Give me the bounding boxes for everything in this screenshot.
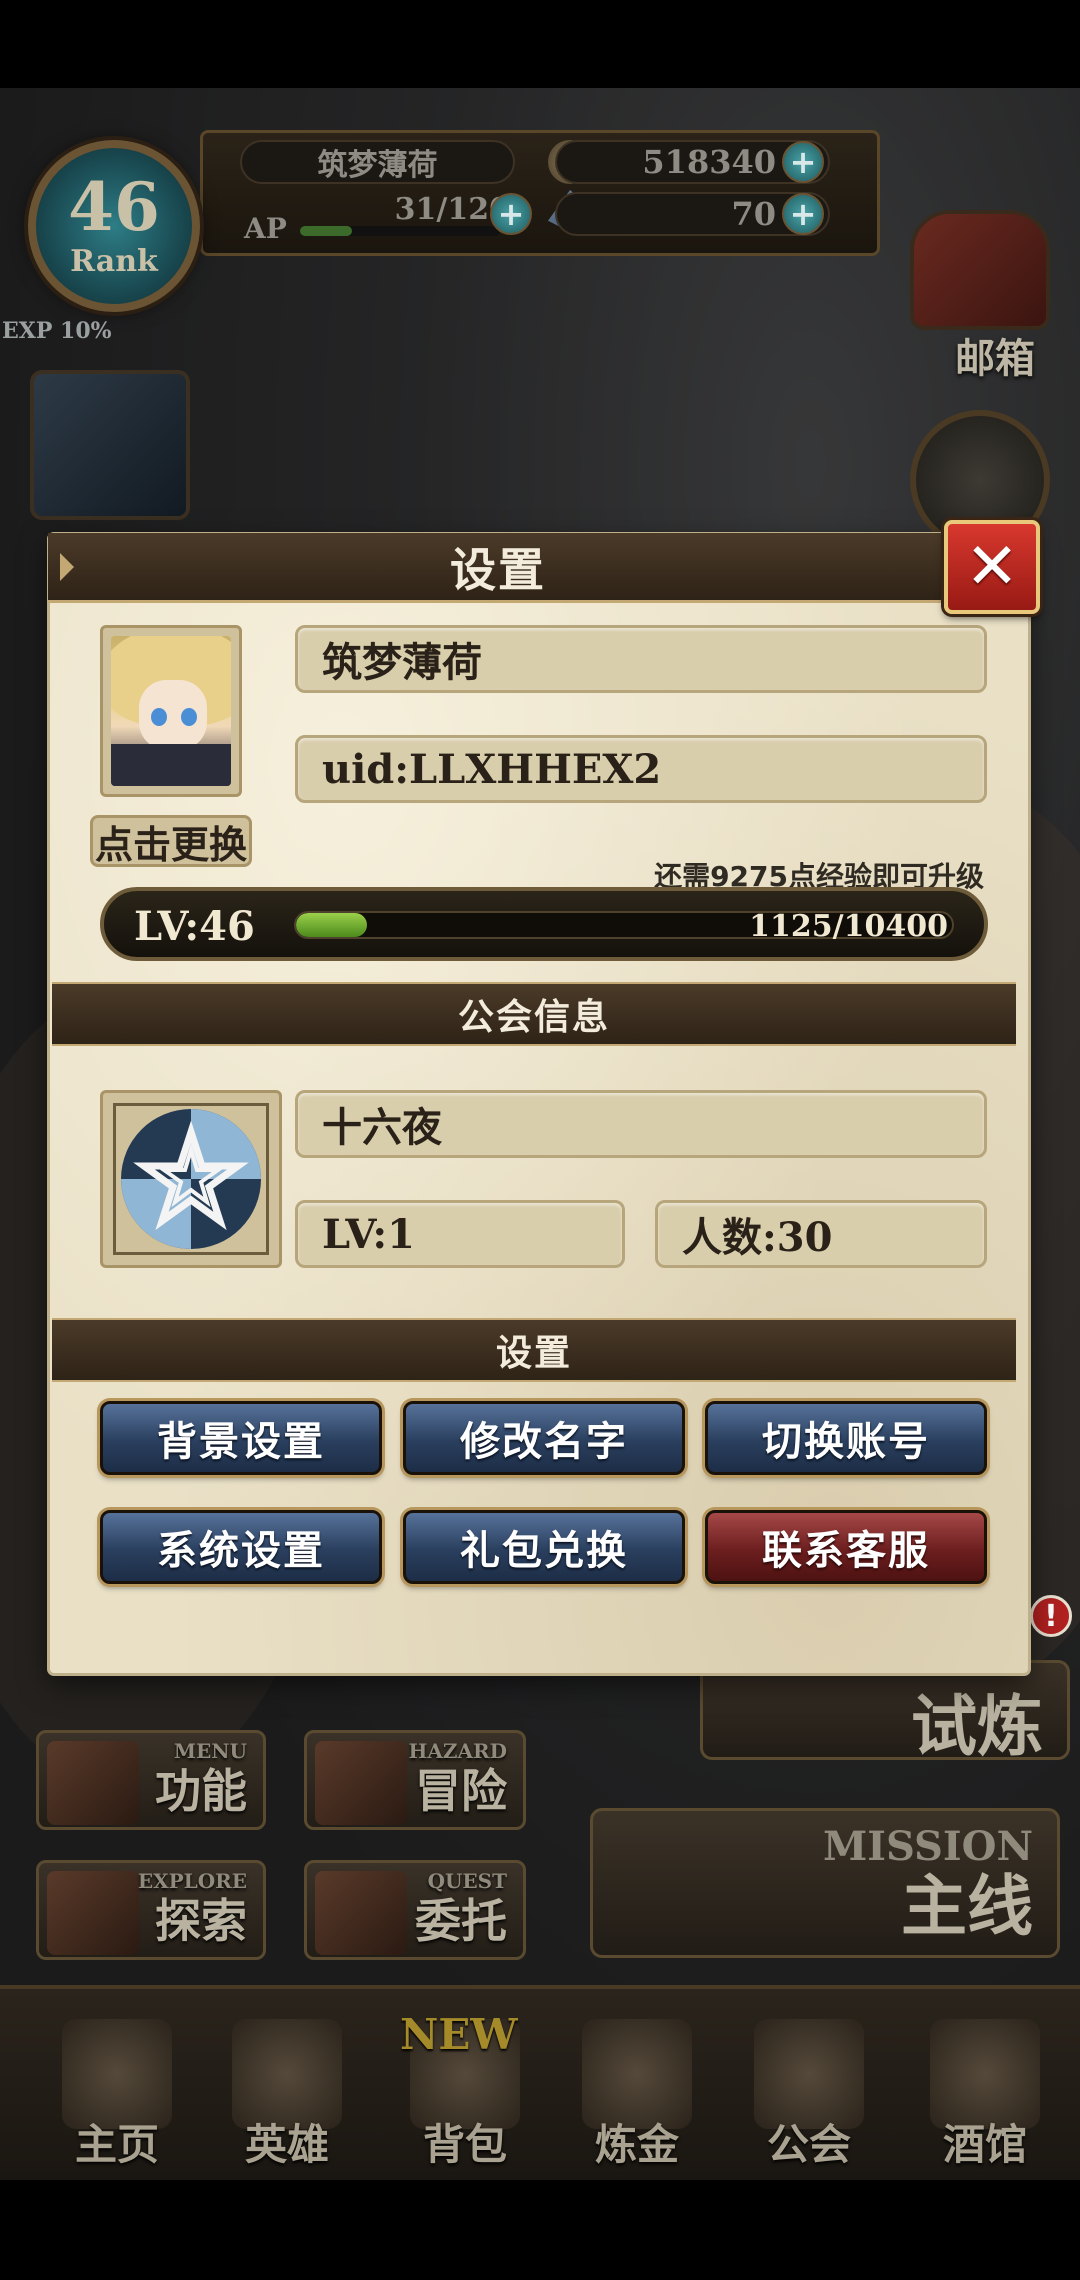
function-label: 功能 [155, 1764, 247, 1818]
background-settings-button[interactable]: 背景设置 [100, 1401, 382, 1475]
add-gem-button[interactable]: + [782, 193, 824, 235]
player-name-field: 筑梦薄荷 [295, 625, 987, 693]
nav-label: 炼金 [594, 2120, 679, 2169]
add-ap-button[interactable]: + [490, 193, 532, 235]
avatar-portrait [111, 636, 231, 786]
trial-button[interactable]: 试炼 [700, 1660, 1070, 1765]
settings-section-title: 设置 [495, 1333, 572, 1374]
nav-guild[interactable]: 公会 [724, 1989, 894, 2184]
rename-button[interactable]: 修改名字 [403, 1401, 685, 1475]
bottom-navigation: 主页 英雄 背包 炼金 公会 酒馆 [0, 1985, 1080, 2180]
nav-label: 英雄 [244, 2120, 329, 2169]
rank-value: 46 [68, 167, 160, 246]
trial-label: 试炼 [911, 1688, 1043, 1765]
settings-dialog: 设置 点击更换 筑梦薄荷 uid:LLXHHEX2 还需9275点经验即可升级 … [48, 533, 1028, 1673]
nav-label: 酒馆 [942, 2120, 1027, 2169]
books-icon [47, 1741, 139, 1825]
redeem-gift-button[interactable]: 礼包兑换 [403, 1510, 685, 1584]
guild-section-title: 公会信息 [457, 997, 610, 1038]
exp-percent: EXP 10% [2, 318, 112, 344]
guild-emblem[interactable] [100, 1090, 282, 1268]
rank-label: Rank [70, 243, 158, 279]
close-icon: ✕ [965, 530, 1019, 604]
nav-tavern[interactable]: 酒馆 [900, 1989, 1070, 2184]
quest-label: 委托 [415, 1894, 507, 1948]
system-settings-button[interactable]: 系统设置 [100, 1510, 382, 1584]
nav-alchemy[interactable]: 炼金 [552, 1989, 722, 2184]
ap-progress-fill [300, 226, 352, 236]
player-uid-field: uid:LLXHHEX2 [295, 735, 987, 803]
ap-label: AP [244, 212, 287, 245]
alert-icon: ! [1030, 1595, 1072, 1637]
quest-button[interactable]: QUEST 委托 [304, 1860, 526, 1960]
guild-level-field: LV:1 [295, 1200, 625, 1268]
settings-section-header: 设置 [52, 1318, 1016, 1382]
dialog-header: 设置 [48, 533, 948, 603]
mailbox-label[interactable]: 邮箱 [920, 326, 1070, 384]
dialog-title: 设置 [450, 542, 546, 597]
nav-label: 背包 [422, 2120, 507, 2169]
hud-player-name: 筑梦薄荷 [240, 140, 515, 184]
avatar-eye [181, 708, 197, 726]
map-icon [47, 1871, 139, 1955]
avatar-eye [151, 708, 167, 726]
nav-label: 公会 [766, 2120, 851, 2169]
function-menu-button[interactable]: MENU 功能 [36, 1730, 266, 1830]
nav-heroes[interactable]: 英雄 [202, 1989, 372, 2184]
mailbox-icon[interactable] [910, 210, 1050, 330]
adventure-label: 冒险 [415, 1764, 507, 1818]
contact-support-button[interactable]: 联系客服 [705, 1510, 987, 1584]
rank-badge[interactable]: 46 Rank [28, 140, 200, 312]
ap-progress-track [300, 226, 500, 236]
player-level: LV:46 [134, 903, 255, 950]
header-arrow-icon [60, 553, 74, 581]
exp-progress-fill [296, 913, 367, 937]
mission-label: 主线 [901, 1868, 1033, 1945]
player-level-bar: LV:46 1125/10400 [100, 887, 988, 961]
guild-emblem-inner [113, 1103, 269, 1255]
adventure-button[interactable]: HAZARD 冒险 [304, 1730, 526, 1830]
quest-scroll-icon [315, 1871, 407, 1955]
nav-home[interactable]: 主页 [32, 1989, 202, 2184]
explore-button[interactable]: EXPLORE 探索 [36, 1860, 266, 1960]
add-gold-button[interactable]: + [782, 141, 824, 183]
guild-name-field: 十六夜 [295, 1090, 987, 1158]
new-badge: NEW [400, 2010, 518, 2059]
explore-label: 探索 [155, 1894, 247, 1948]
switch-account-button[interactable]: 切换账号 [705, 1401, 987, 1475]
change-avatar-button[interactable]: 点击更换 [90, 815, 252, 867]
guild-members-field: 人数:30 [655, 1200, 987, 1268]
guild-section-header: 公会信息 [52, 982, 1016, 1046]
nav-label: 主页 [74, 2120, 159, 2169]
avatar-body [111, 744, 231, 786]
main-mission-button[interactable]: MISSION 主线 [590, 1808, 1060, 1958]
exp-value: 1125/10400 [749, 909, 948, 944]
guild-star-emblem-icon [121, 1109, 261, 1249]
event-character-icon[interactable] [30, 370, 190, 520]
player-avatar[interactable] [100, 625, 242, 797]
close-button[interactable]: ✕ [944, 520, 1040, 614]
scroll-icon [315, 1741, 407, 1825]
